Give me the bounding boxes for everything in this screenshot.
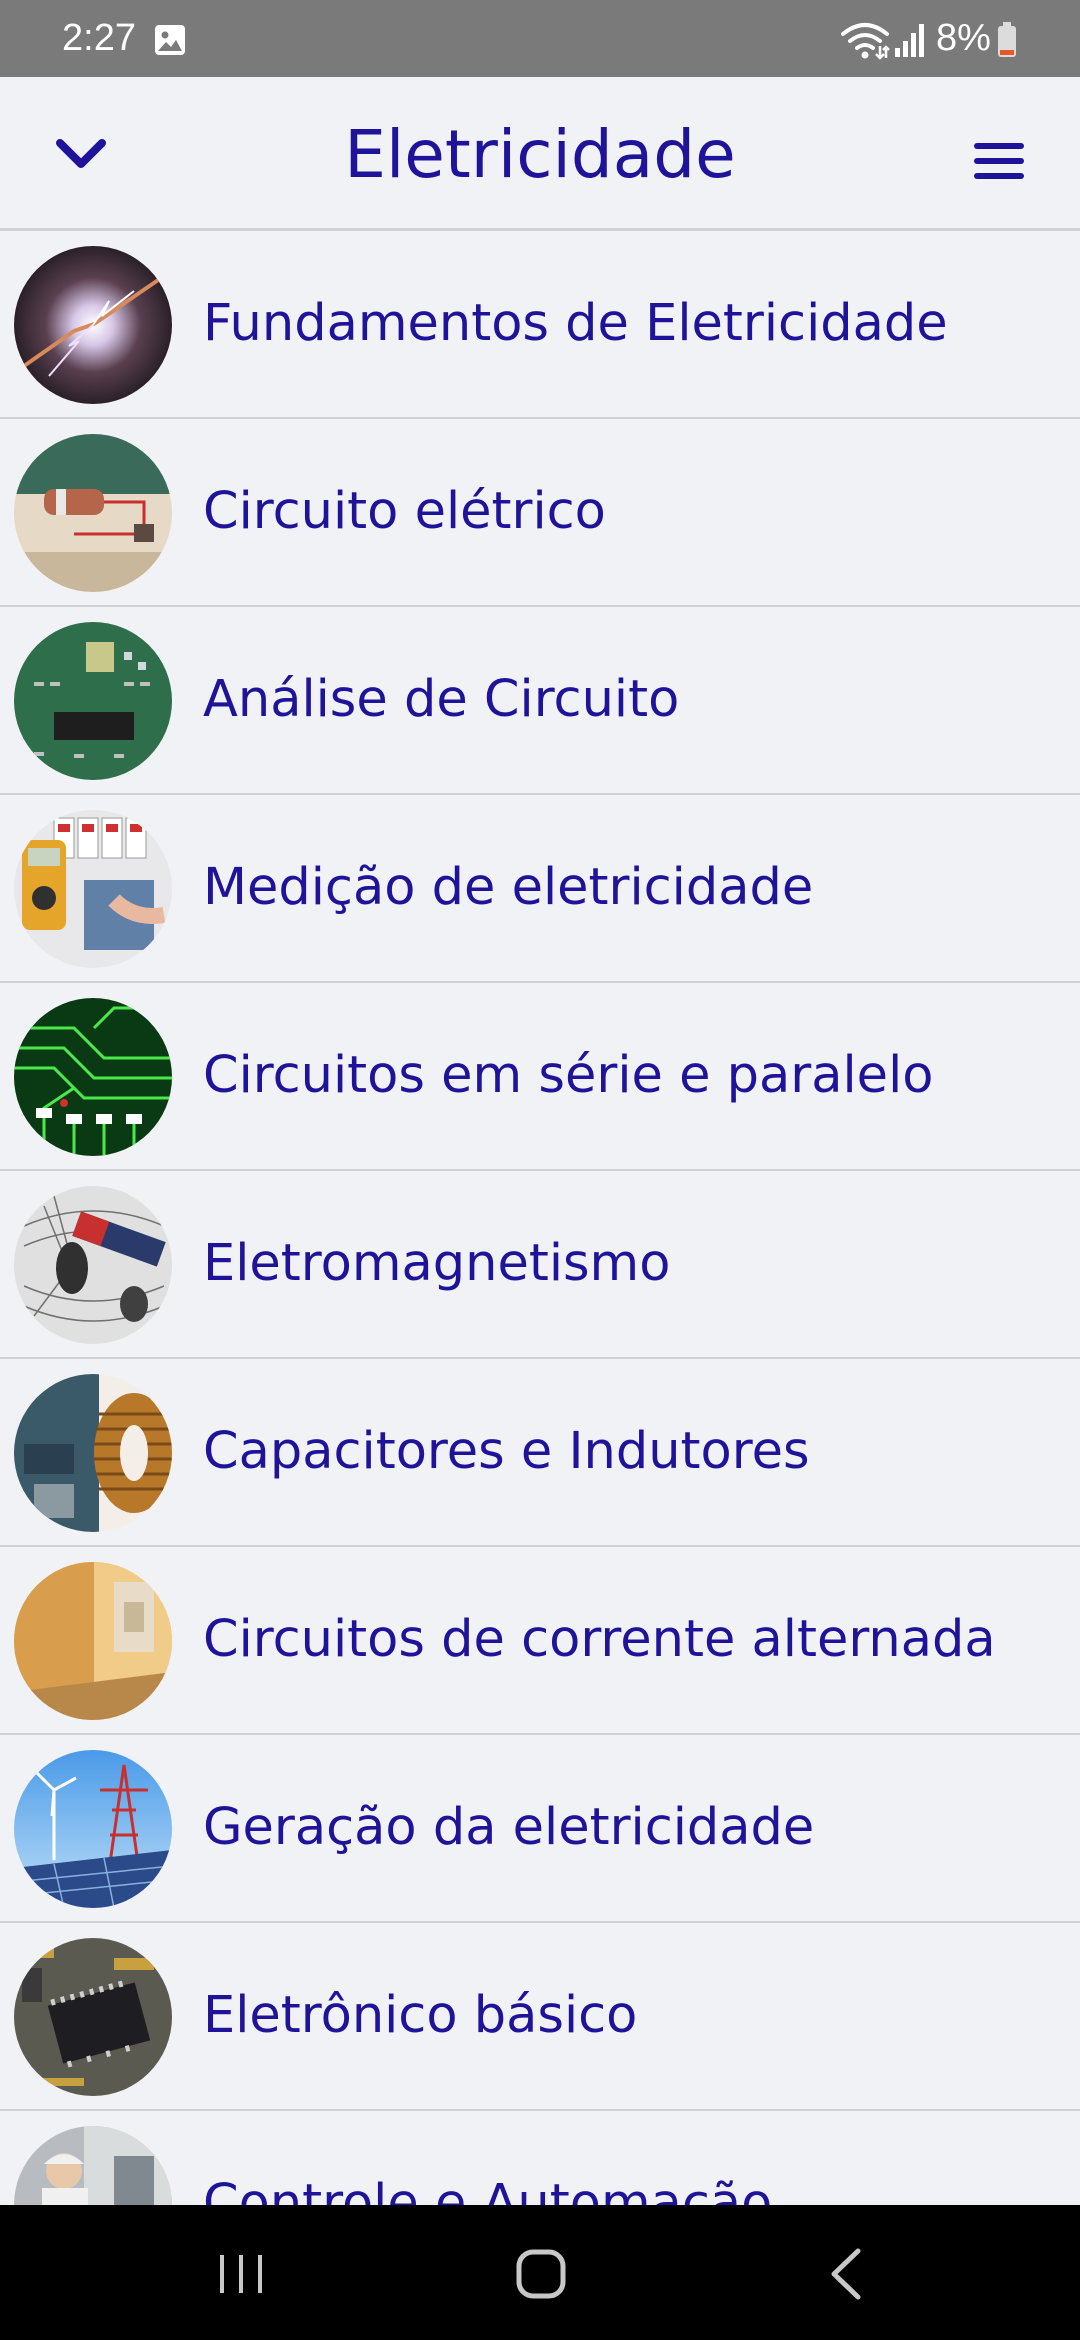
list-item[interactable]: Circuitos de corrente alternada [0,1547,1080,1735]
list-item-label: Análise de Circuito [203,670,680,729]
page-title: Eletricidade [344,116,736,193]
list-item-label: Medição de eletricidade [203,858,814,917]
list-item-label: Circuitos de corrente alternada [203,1610,996,1669]
list-item-label: Fundamentos de Eletricidade [203,294,948,353]
list-item[interactable]: Eletrônico básico [0,1923,1080,2111]
list-item[interactable]: Eletromagnetismo [0,1171,1080,1359]
list-item[interactable]: Fundamentos de Eletricidade [0,231,1080,419]
screen: 2:27 8% Eletricidade Fundamentos de Elet… [0,0,1080,2340]
gallery-icon [154,24,186,56]
hamburger-menu-icon[interactable] [972,141,1026,181]
app-bar: Eletricidade [0,77,1080,231]
list-item[interactable]: Medição de eletricidade [0,795,1080,983]
list-item[interactable]: Geração da eletricidade [0,1735,1080,1923]
list-item-label: Capacitores e Indutores [203,1422,810,1481]
list-item[interactable]: Circuitos em série e paralelo [0,983,1080,1171]
topic-list: Fundamentos de Eletricidade Circuito elé… [0,231,1080,2299]
wooden-socket-thumbnail [14,1562,172,1720]
green-pcb-thumbnail [14,622,172,780]
system-nav-bar [0,2205,1080,2340]
microchip-board-thumbnail [14,1938,172,2096]
recents-icon[interactable] [216,2253,266,2295]
battery-percent: 8% [936,17,991,59]
multimeter-panel-thumbnail [14,810,172,968]
battery-circuit-thumbnail [14,434,172,592]
list-item-label: Geração da eletricidade [203,1798,815,1857]
list-item-label: Circuito elétrico [203,482,606,541]
wind-solar-power-thumbnail [14,1750,172,1908]
list-item[interactable]: Análise de Circuito [0,607,1080,795]
list-item-label: Circuitos em série e paralelo [203,1046,934,1105]
pcb-traces-thumbnail [14,998,172,1156]
lightning-spark-thumbnail [14,246,172,404]
back-icon[interactable] [828,2247,864,2301]
magnet-iron-filings-thumbnail [14,1186,172,1344]
chevron-down-icon[interactable] [54,135,108,175]
list-item[interactable]: Capacitores e Indutores [0,1359,1080,1547]
signal-icon [893,22,927,58]
list-item[interactable]: Circuito elétrico [0,419,1080,607]
home-icon[interactable] [516,2249,566,2299]
battery-low-icon [997,22,1017,58]
list-item-label: Eletrônico básico [203,1986,638,2045]
wifi-icon [840,20,890,60]
list-item-label: Eletromagnetismo [203,1234,671,1293]
status-time: 2:27 [62,17,136,59]
inductor-coil-thumbnail [14,1374,172,1532]
status-bar: 2:27 8% [0,0,1080,77]
